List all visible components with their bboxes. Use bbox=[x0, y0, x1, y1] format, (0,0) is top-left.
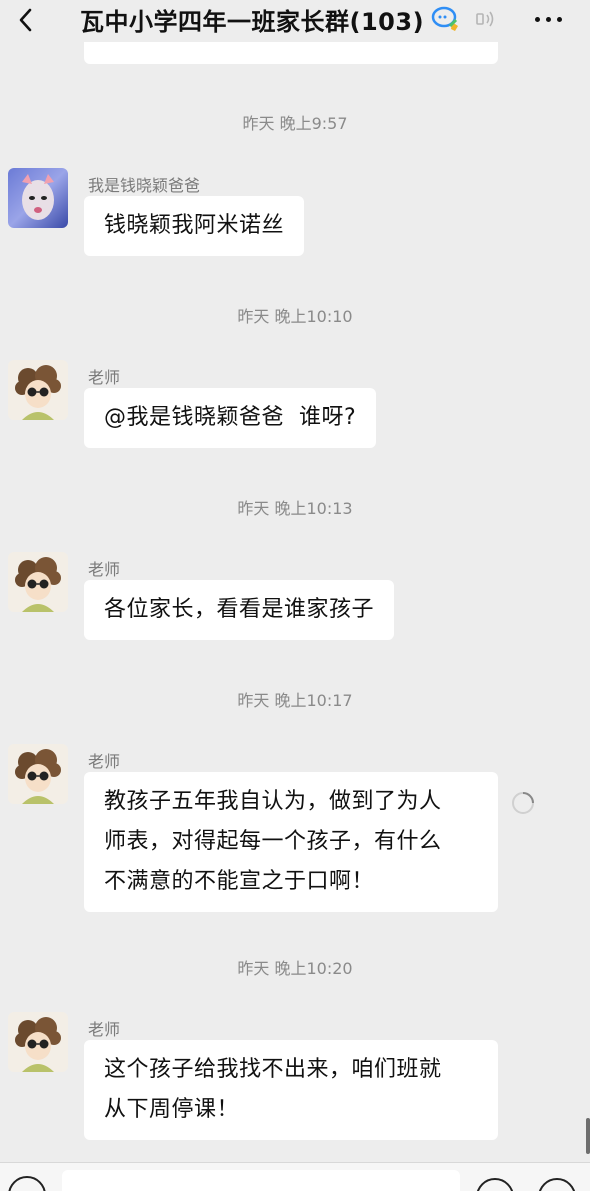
more-button[interactable] bbox=[528, 2, 568, 36]
message-text: 各位家长，看看是谁家孩子 bbox=[104, 597, 375, 622]
avatar[interactable] bbox=[8, 1012, 68, 1072]
timestamp: 昨天 晚上10:20 bbox=[237, 959, 353, 978]
chat-group-icon bbox=[430, 4, 462, 34]
message-bubble[interactable]: @我是钱晓颖爸爸 谁呀? bbox=[84, 388, 377, 448]
message-bubble[interactable]: 教孩子五年我自认为，做到了为人 师表，对得起每一个孩子，有什么 不满意的不能宣之… bbox=[84, 772, 498, 912]
speaker-icon bbox=[474, 7, 498, 31]
sender-name: 老师 bbox=[88, 368, 121, 387]
timestamp: 昨天 晚上9:57 bbox=[242, 114, 348, 133]
avatar[interactable] bbox=[8, 744, 68, 804]
timestamp: 昨天 晚上10:17 bbox=[237, 691, 353, 710]
more-icon-dot bbox=[556, 16, 562, 22]
message-text-line: 从下周停课！ bbox=[104, 1097, 240, 1122]
message-bubble[interactable]: 各位家长，看看是谁家孩子 bbox=[84, 580, 395, 640]
more-icon-dot bbox=[534, 16, 540, 22]
message-text: 钱晓颖我阿米诺丝 bbox=[104, 213, 285, 238]
chat-header: 瓦中小学四年一班家长群(103) bbox=[0, 0, 590, 42]
timestamp: 昨天 晚上10:10 bbox=[237, 307, 353, 326]
message-text-line: 不满意的不能宣之于口啊！ bbox=[104, 869, 375, 894]
scrollbar-thumb[interactable] bbox=[586, 1118, 590, 1154]
back-button[interactable] bbox=[8, 2, 44, 38]
message-text-line: 师表，对得起每一个孩子，有什么 bbox=[104, 829, 442, 854]
sender-name: 我是钱晓颖爸爸 bbox=[88, 176, 201, 195]
message-text-line: 教孩子五年我自认为，做到了为人 bbox=[104, 789, 442, 814]
message-bubble[interactable]: 这个孩子给我找不出来，咱们班就 从下周停课！ bbox=[84, 1040, 498, 1140]
avatar[interactable] bbox=[8, 360, 68, 420]
sender-name: 老师 bbox=[88, 560, 121, 579]
avatar[interactable] bbox=[8, 168, 68, 228]
title-area[interactable]: 瓦中小学四年一班家长群(103) bbox=[80, 0, 498, 38]
chevron-left-icon bbox=[19, 8, 32, 32]
chat-title: 瓦中小学四年一班家长群(103) bbox=[80, 7, 425, 36]
timestamp: 昨天 晚上10:13 bbox=[237, 499, 353, 518]
avatar[interactable] bbox=[8, 552, 68, 612]
message-bubble[interactable]: 钱晓颖我阿米诺丝 bbox=[84, 196, 305, 256]
sending-spinner-icon bbox=[512, 792, 534, 814]
sender-name: 老师 bbox=[88, 752, 121, 771]
message-text-line: 这个孩子给我找不出来，咱们班就 bbox=[104, 1057, 442, 1082]
sender-name: 老师 bbox=[88, 1020, 121, 1039]
more-icon-dot bbox=[545, 16, 551, 22]
message-input[interactable] bbox=[62, 1170, 460, 1191]
message-text: @我是钱晓颖爸爸 谁呀? bbox=[104, 405, 357, 430]
